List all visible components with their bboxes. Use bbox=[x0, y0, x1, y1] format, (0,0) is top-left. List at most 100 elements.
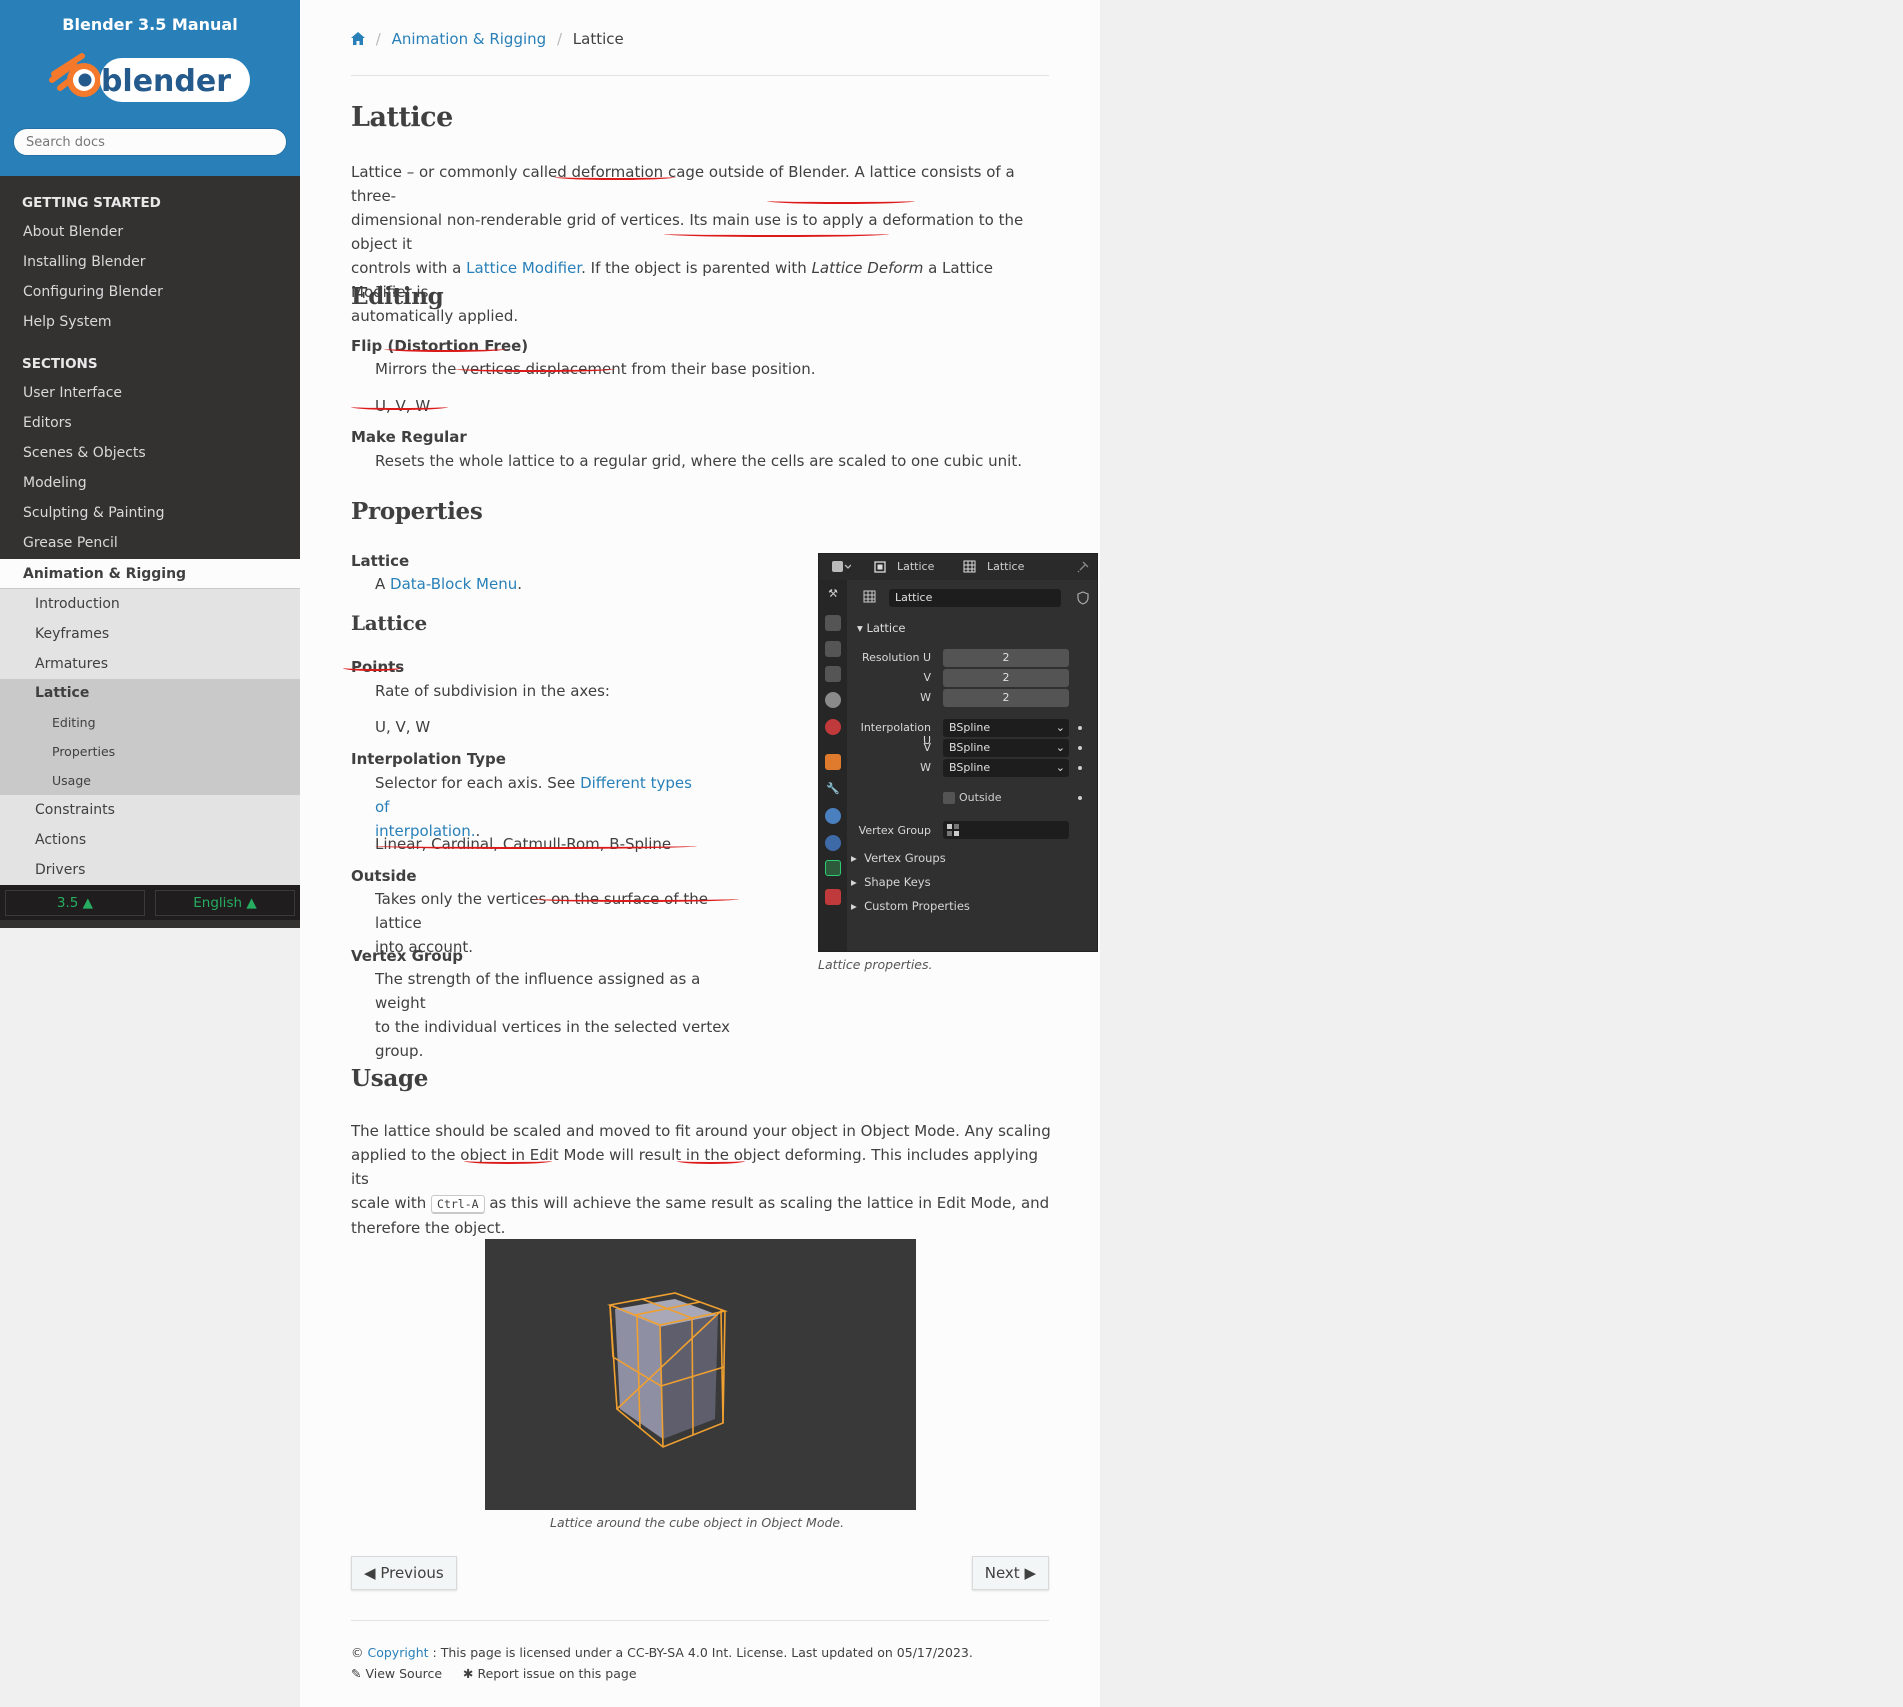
editor-type-icon[interactable] bbox=[831, 560, 851, 574]
figure-caption-properties: Lattice properties. bbox=[818, 957, 933, 972]
annotation-underline bbox=[664, 231, 889, 237]
blender-logo-icon[interactable]: blender bbox=[44, 46, 256, 108]
vertex-group-field[interactable] bbox=[943, 821, 1069, 839]
next-button[interactable]: Next ▶ bbox=[971, 1556, 1049, 1590]
desc-text: A bbox=[375, 575, 391, 593]
home-icon[interactable] bbox=[351, 32, 365, 45]
nav-user-interface[interactable]: User Interface bbox=[0, 379, 300, 409]
object-icon bbox=[874, 561, 886, 573]
nav-actions[interactable]: Actions bbox=[0, 825, 300, 855]
lattice-cube-image bbox=[607, 1292, 728, 1448]
nav-keyframes[interactable]: Keyframes bbox=[0, 619, 300, 649]
subpanel-label: Shape Keys bbox=[864, 875, 931, 889]
lattice-data-tab-icon[interactable] bbox=[825, 860, 841, 876]
desc-interp-line-1: Selector for each axis. See Different ty… bbox=[375, 771, 705, 819]
nav-animation-rigging[interactable]: Animation & Rigging bbox=[0, 559, 300, 589]
pin-icon[interactable] bbox=[1077, 561, 1089, 573]
scene-tab-icon[interactable] bbox=[825, 692, 841, 708]
nav-help-system[interactable]: Help System bbox=[0, 308, 300, 338]
breadcrumb: / Animation & Rigging / Lattice bbox=[351, 30, 624, 48]
interpolation-v-select[interactable]: BSpline ⌄ bbox=[943, 739, 1069, 757]
language-selector[interactable]: English ▲ bbox=[155, 890, 295, 916]
data-block-menu-link[interactable]: Data-Block Menu bbox=[390, 575, 517, 593]
datablock-name-field[interactable]: Lattice bbox=[889, 589, 1061, 607]
nav-lattice[interactable]: Lattice bbox=[0, 679, 300, 708]
subpanel-vertex-groups[interactable]: ▸ Vertex Groups bbox=[851, 851, 946, 865]
resolution-w-field[interactable]: 2 bbox=[943, 689, 1069, 707]
nav-grease-pencil[interactable]: Grease Pencil bbox=[0, 529, 300, 559]
sidebar: Blender 3.5 Manual blender GETTING START… bbox=[0, 0, 300, 928]
output-tab-icon[interactable] bbox=[825, 641, 841, 657]
points-axes: U, V, W bbox=[375, 718, 431, 736]
keyframe-dot[interactable] bbox=[1078, 726, 1082, 730]
desc-text: . bbox=[517, 575, 523, 593]
annotation-underline bbox=[384, 346, 506, 352]
nav-drivers[interactable]: Drivers bbox=[0, 855, 300, 885]
subpanel-custom-properties[interactable]: ▸ Custom Properties bbox=[851, 899, 970, 913]
nav-toc-usage[interactable]: Usage bbox=[0, 766, 300, 795]
lattice-properties-screenshot: Lattice Lattice ⚒ 🔧 Lattice ▾ Lattice Re… bbox=[818, 553, 1098, 952]
annotation-underline bbox=[455, 366, 615, 372]
annotation-underline bbox=[677, 1158, 745, 1164]
constraint-tab-icon[interactable] bbox=[825, 835, 841, 851]
resolution-w-label: W bbox=[920, 691, 931, 704]
nav-configuring-blender[interactable]: Configuring Blender bbox=[0, 278, 300, 308]
nav-armatures[interactable]: Armatures bbox=[0, 649, 300, 679]
version-selector[interactable]: 3.5 ▲ bbox=[5, 890, 145, 916]
lattice-data-icon bbox=[963, 560, 976, 573]
outside-checkbox[interactable] bbox=[943, 792, 955, 804]
nav-scenes-objects[interactable]: Scenes & Objects bbox=[0, 439, 300, 469]
nav-lattice-group: Lattice Editing Properties Usage bbox=[0, 679, 300, 795]
nav-animation-subitems: Introduction Keyframes Armatures Lattice… bbox=[0, 589, 300, 885]
tool-tab-icon[interactable]: ⚒ bbox=[825, 586, 841, 602]
view-layer-tab-icon[interactable] bbox=[825, 666, 841, 682]
usage-text: scale with bbox=[351, 1194, 432, 1212]
modifier-tab-icon[interactable]: 🔧 bbox=[825, 781, 841, 797]
nav-toc-editing[interactable]: Editing bbox=[0, 708, 300, 737]
nav-constraints[interactable]: Constraints bbox=[0, 795, 300, 825]
next-label: Next bbox=[984, 1564, 1020, 1582]
texture-tab-icon[interactable] bbox=[825, 889, 841, 905]
report-issue-link[interactable]: ✱ Report issue on this page bbox=[463, 1666, 637, 1681]
nav-sculpting-painting[interactable]: Sculpting & Painting bbox=[0, 499, 300, 529]
report-issue-label: Report issue on this page bbox=[477, 1666, 637, 1681]
breadcrumb-section-link[interactable]: Animation & Rigging bbox=[392, 30, 547, 48]
search-input[interactable] bbox=[13, 128, 287, 156]
nav-modeling[interactable]: Modeling bbox=[0, 469, 300, 499]
subpanel-shape-keys[interactable]: ▸ Shape Keys bbox=[851, 875, 931, 889]
interpolation-w-select[interactable]: BSpline ⌄ bbox=[943, 759, 1069, 777]
world-tab-icon[interactable] bbox=[825, 719, 841, 735]
fake-user-shield-icon[interactable] bbox=[1076, 591, 1090, 605]
empty-browser-area bbox=[1100, 0, 1903, 1707]
lattice-modifier-link[interactable]: Lattice Modifier bbox=[466, 259, 581, 277]
desc-make-regular: Resets the whole lattice to a regular gr… bbox=[375, 452, 1022, 470]
nav-introduction[interactable]: Introduction bbox=[0, 589, 300, 619]
nav-toc-properties[interactable]: Properties bbox=[0, 737, 300, 766]
nav-installing-blender[interactable]: Installing Blender bbox=[0, 248, 300, 278]
previous-button[interactable]: ◀ Previous bbox=[351, 1556, 457, 1590]
view-source-link[interactable]: ✎ View Source bbox=[351, 1666, 442, 1681]
interp-w-value: BSpline bbox=[949, 761, 991, 774]
usage-paragraph: The lattice should be scaled and moved t… bbox=[351, 1119, 1051, 1240]
edit-icon: ✎ bbox=[351, 1666, 362, 1681]
keyframe-dot[interactable] bbox=[1078, 766, 1082, 770]
keyframe-dot[interactable] bbox=[1078, 796, 1082, 800]
keyframe-dot[interactable] bbox=[1078, 746, 1082, 750]
interpolation-u-select[interactable]: BSpline ⌄ bbox=[943, 719, 1069, 737]
nav-about-blender[interactable]: About Blender bbox=[0, 218, 300, 248]
nav-editors[interactable]: Editors bbox=[0, 409, 300, 439]
lattice-panel-title[interactable]: ▾ Lattice bbox=[857, 621, 906, 635]
object-tab-icon[interactable] bbox=[825, 754, 841, 770]
caption-sections: SECTIONS bbox=[22, 356, 98, 372]
resolution-v-label: V bbox=[923, 671, 931, 684]
manual-title[interactable]: Blender 3.5 Manual bbox=[0, 15, 300, 34]
resolution-u-label: Resolution U bbox=[861, 651, 931, 664]
usage-line-4: therefore the object. bbox=[351, 1219, 506, 1237]
intro-line-1: Lattice – or commonly called deformation… bbox=[351, 163, 1015, 205]
physics-tab-icon[interactable] bbox=[825, 808, 841, 824]
render-tab-icon[interactable] bbox=[825, 615, 841, 631]
resolution-v-field[interactable]: 2 bbox=[943, 669, 1069, 687]
copyright-link[interactable]: Copyright bbox=[367, 1645, 428, 1660]
intro-line-4: automatically applied. bbox=[351, 307, 519, 325]
resolution-u-field[interactable]: 2 bbox=[943, 649, 1069, 667]
